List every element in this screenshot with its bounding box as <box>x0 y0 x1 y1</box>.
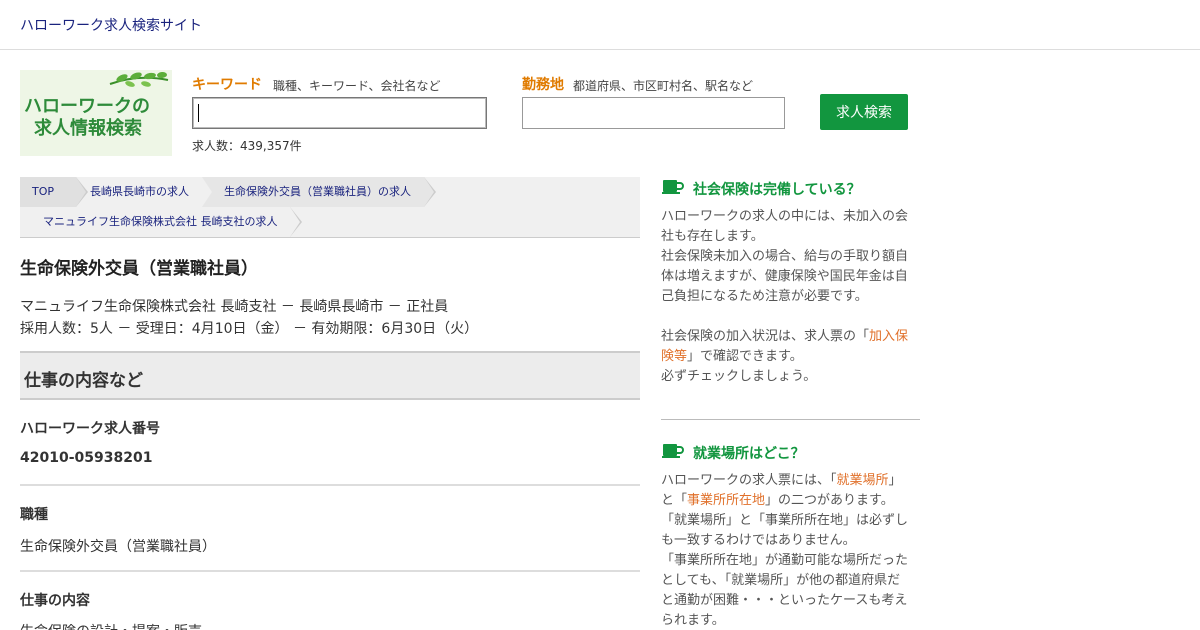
breadcrumb-company[interactable]: マニュライフ生命保険株式会社 長崎支社の求人 <box>20 207 302 237</box>
field-label-job-number: ハローワーク求人番号 <box>20 421 160 437</box>
field-value-job-content: 生命保険の設計・提案・販売 <box>20 621 202 630</box>
insurance-link: 加入保 <box>869 329 909 344</box>
sidebar-text-workplace: ハローワークの求人票には、「就業場所」 と「事業所所在地」の二つがあります。 「… <box>661 473 909 628</box>
field-value-job-number: 42010-05938201 <box>20 450 153 466</box>
top-bar: ハローワーク求人検索サイト <box>0 0 1200 50</box>
leaf-icon <box>109 71 169 87</box>
job-title: 生命保険外交員（営業職社員） <box>20 259 258 279</box>
keyword-label: キーワード <box>192 77 262 93</box>
job-meta-dates: 採用人数：5人 － 受理日：4月10日（金） － 有効期限：6月30日（火） <box>20 321 479 337</box>
sidebar-text-insurance: ハローワークの求人の中には、未加入の会 社も存在します。 社会保険未加入の場合、… <box>661 209 909 384</box>
site-title-link[interactable]: ハローワーク求人検索サイト <box>20 15 202 35</box>
job-count: 求人数：439,357件 <box>192 139 302 153</box>
field-value-occupation: 生命保険外交員（営業職社員） <box>20 539 216 555</box>
logo-line2: 求人情報検索 <box>34 118 142 139</box>
breadcrumb-area[interactable]: 長崎県長崎市の求人 <box>76 177 214 207</box>
breadcrumb-occupation[interactable]: 生命保険外交員（営業職社員）の求人 <box>202 177 436 207</box>
location-label: 勤務地 <box>522 77 564 93</box>
location-hint: 都道府県、市区町村名、駅名など <box>573 79 754 93</box>
coffee-cup-icon <box>662 180 684 194</box>
job-meta-company: マニュライフ生命保険株式会社 長崎支社 － 長崎県長崎市 － 正社員 <box>20 299 449 315</box>
field-divider <box>20 484 640 486</box>
location-input[interactable] <box>522 97 785 129</box>
search-button[interactable]: 求人検索 <box>820 94 908 130</box>
field-label-occupation: 職種 <box>20 507 48 523</box>
field-label-job-content: 仕事の内容 <box>20 593 90 609</box>
text-caret <box>198 104 199 122</box>
section-heading: 仕事の内容など <box>20 351 640 400</box>
sidebar-divider <box>661 419 920 420</box>
keyword-hint: 職種、キーワード、会社名など <box>273 79 441 93</box>
field-divider <box>20 570 640 572</box>
coffee-cup-icon <box>662 444 684 458</box>
section-title: 仕事の内容など <box>24 371 143 391</box>
keyword-input[interactable] <box>192 97 487 129</box>
breadcrumb-top[interactable]: TOP <box>20 177 88 207</box>
breadcrumb: TOP 長崎県長崎市の求人 生命保険外交員（営業職社員）の求人 マニュライフ生命… <box>20 177 640 238</box>
site-logo[interactable]: ハローワークの 求人情報検索 <box>20 70 172 156</box>
